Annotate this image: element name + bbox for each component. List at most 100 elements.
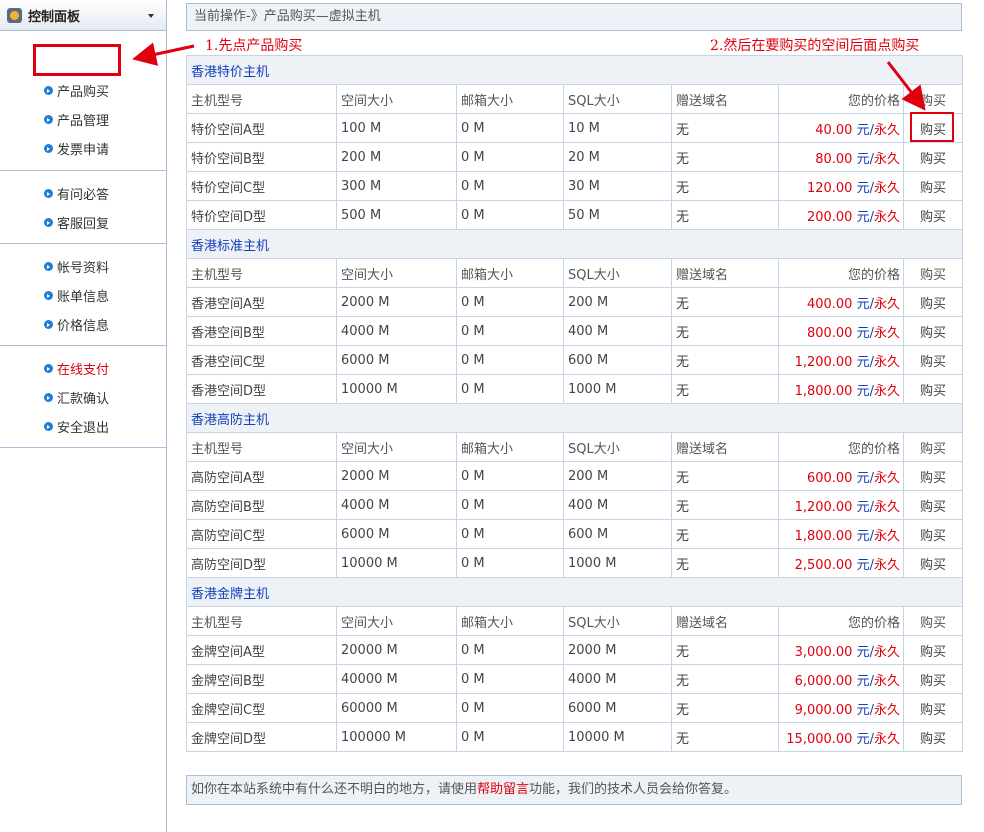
space-size-cell: 10000 M [336,374,457,404]
sidebar-item-account-info[interactable]: 帐号资料 [0,252,166,281]
mailbox-size-cell: 0 M [456,548,564,578]
buy-link[interactable]: 购买 [903,722,963,752]
sidebar-group-support: 有问必答 客服回复 [0,171,166,244]
gift-domain-cell: 无 [671,635,779,665]
sidebar-item-pricing[interactable]: 价格信息 [0,310,166,339]
mailbox-size-cell: 0 M [456,374,564,404]
buy-link[interactable]: 购买 [903,461,963,491]
column-header: 邮箱大小 [456,606,564,636]
price-cell: 80.00 元/永久 [778,142,904,172]
highlight-box-buy-button [910,112,954,142]
buy-link[interactable]: 购买 [903,200,963,230]
bullet-arrow-icon [44,364,53,373]
gift-domain-cell: 无 [671,548,779,578]
chevron-down-icon[interactable] [148,14,154,18]
sidebar-item-support-reply[interactable]: 客服回复 [0,208,166,237]
buy-link[interactable]: 购买 [903,171,963,201]
column-header: 赠送域名 [671,432,779,462]
sidebar-item-logout[interactable]: 安全退出 [0,412,166,441]
sql-size-cell: 600 M [563,519,672,549]
sql-size-cell: 200 M [563,287,672,317]
price-value: 80.00 [815,151,853,167]
sidebar-item-faq[interactable]: 有问必答 [0,179,166,208]
table-row: 特价空间D型 500 M0 M 50 M 无 200.00 元/永久 购买 [186,200,963,230]
buy-link[interactable]: 购买 [903,316,963,346]
price-unit: 元/ [856,528,874,544]
price-unit: 元/ [856,325,874,341]
help-footer: 如你在本站系统中有什么还不明白的地方，请使用帮助留言功能，我们的技术人员会给你答… [186,775,962,805]
section-title: 香港金牌主机 [186,577,963,607]
buy-link[interactable]: 购买 [903,664,963,694]
sidebar-group-account: 帐号资料 账单信息 价格信息 [0,244,166,346]
footer-text-before: 如你在本站系统中有什么还不明白的地方，请使用 [191,782,478,797]
sidebar-item-online-pay[interactable]: 在线支付 [0,354,166,383]
sidebar-item-invoice[interactable]: 发票申请 [0,134,166,163]
sql-size-cell: 400 M [563,316,672,346]
gift-domain-cell: 无 [671,722,779,752]
table-row: 香港空间D型 10000 M0 M 1000 M 无 1,800.00 元/永久 购买 [186,374,963,404]
mailbox-size-cell: 0 M [456,316,564,346]
buy-link[interactable]: 购买 [903,374,963,404]
table-row: 高防空间D型 10000 M0 M 1000 M 无 2,500.00 元/永久 购买 [186,548,963,578]
space-size-cell: 6000 M [336,345,457,375]
sql-size-cell: 2000 M [563,635,672,665]
buy-link[interactable]: 购买 [903,142,963,172]
buy-link[interactable]: 购买 [903,693,963,723]
column-header: SQL大小 [563,606,672,636]
gift-domain-cell: 无 [671,171,779,201]
buy-link[interactable]: 购买 [903,345,963,375]
column-header: 空间大小 [336,84,457,114]
price-unit: 元/ [856,702,874,718]
buy-link[interactable]: 购买 [903,635,963,665]
sql-size-cell: 20 M [563,142,672,172]
buy-link[interactable]: 购买 [903,548,963,578]
table-row: 高防空间B型 4000 M0 M 400 M 无 1,200.00 元/永久 购买 [186,490,963,520]
space-size-cell: 500 M [336,200,457,230]
gift-domain-cell: 无 [671,461,779,491]
price-term: 永久 [873,383,900,399]
price-unit: 元/ [856,499,874,515]
price-term: 永久 [873,702,900,718]
mailbox-size-cell: 0 M [456,200,564,230]
price-value: 1,800.00 [794,528,853,544]
annotation-step1: 1.先点产品购买 [205,38,303,54]
sidebar-item-remit-confirm[interactable]: 汇款确认 [0,383,166,412]
buy-link[interactable]: 购买 [903,490,963,520]
column-header: 购买 [903,258,963,288]
space-size-cell: 2000 M [336,461,457,491]
price-value: 15,000.00 [786,731,853,747]
sql-size-cell: 6000 M [563,693,672,723]
price-unit: 元/ [856,354,874,370]
price-term: 永久 [873,673,900,689]
price-unit: 元/ [856,673,874,689]
mailbox-size-cell: 0 M [456,142,564,172]
help-message-link[interactable]: 帮助留言 [477,782,529,797]
column-header: 主机型号 [186,432,337,462]
price-term: 永久 [873,499,900,515]
price-cell: 40.00 元/永久 [778,113,904,143]
section-header-row: 香港金牌主机 [186,577,963,607]
buy-link[interactable]: 购买 [903,287,963,317]
column-header: 邮箱大小 [456,84,564,114]
space-size-cell: 4000 M [336,316,457,346]
column-header: 主机型号 [186,84,337,114]
price-term: 永久 [873,528,900,544]
sidebar-title: 控制面板 [28,9,81,25]
column-header: 邮箱大小 [456,432,564,462]
price-value: 1,800.00 [794,383,853,399]
table-row: 金牌空间C型 60000 M0 M 6000 M 无 9,000.00 元/永久 购买 [186,693,963,723]
sidebar-item-billing[interactable]: 账单信息 [0,281,166,310]
column-header: SQL大小 [563,258,672,288]
column-header: SQL大小 [563,84,672,114]
buy-link[interactable]: 购买 [903,519,963,549]
table-row: 高防空间A型 2000 M0 M 200 M 无 600.00 元/永久 购买 [186,461,963,491]
sql-size-cell: 50 M [563,200,672,230]
price-value: 600.00 [806,470,853,486]
control-panel-icon [7,7,22,23]
sidebar-item-product-manage[interactable]: 产品管理 [0,105,166,134]
price-value: 1,200.00 [794,354,853,370]
bullet-arrow-icon [44,189,53,198]
sidebar-item-buy-product[interactable]: 产品购买 [0,76,166,105]
space-size-cell: 300 M [336,171,457,201]
sidebar-header[interactable]: 控制面板 [0,0,166,31]
